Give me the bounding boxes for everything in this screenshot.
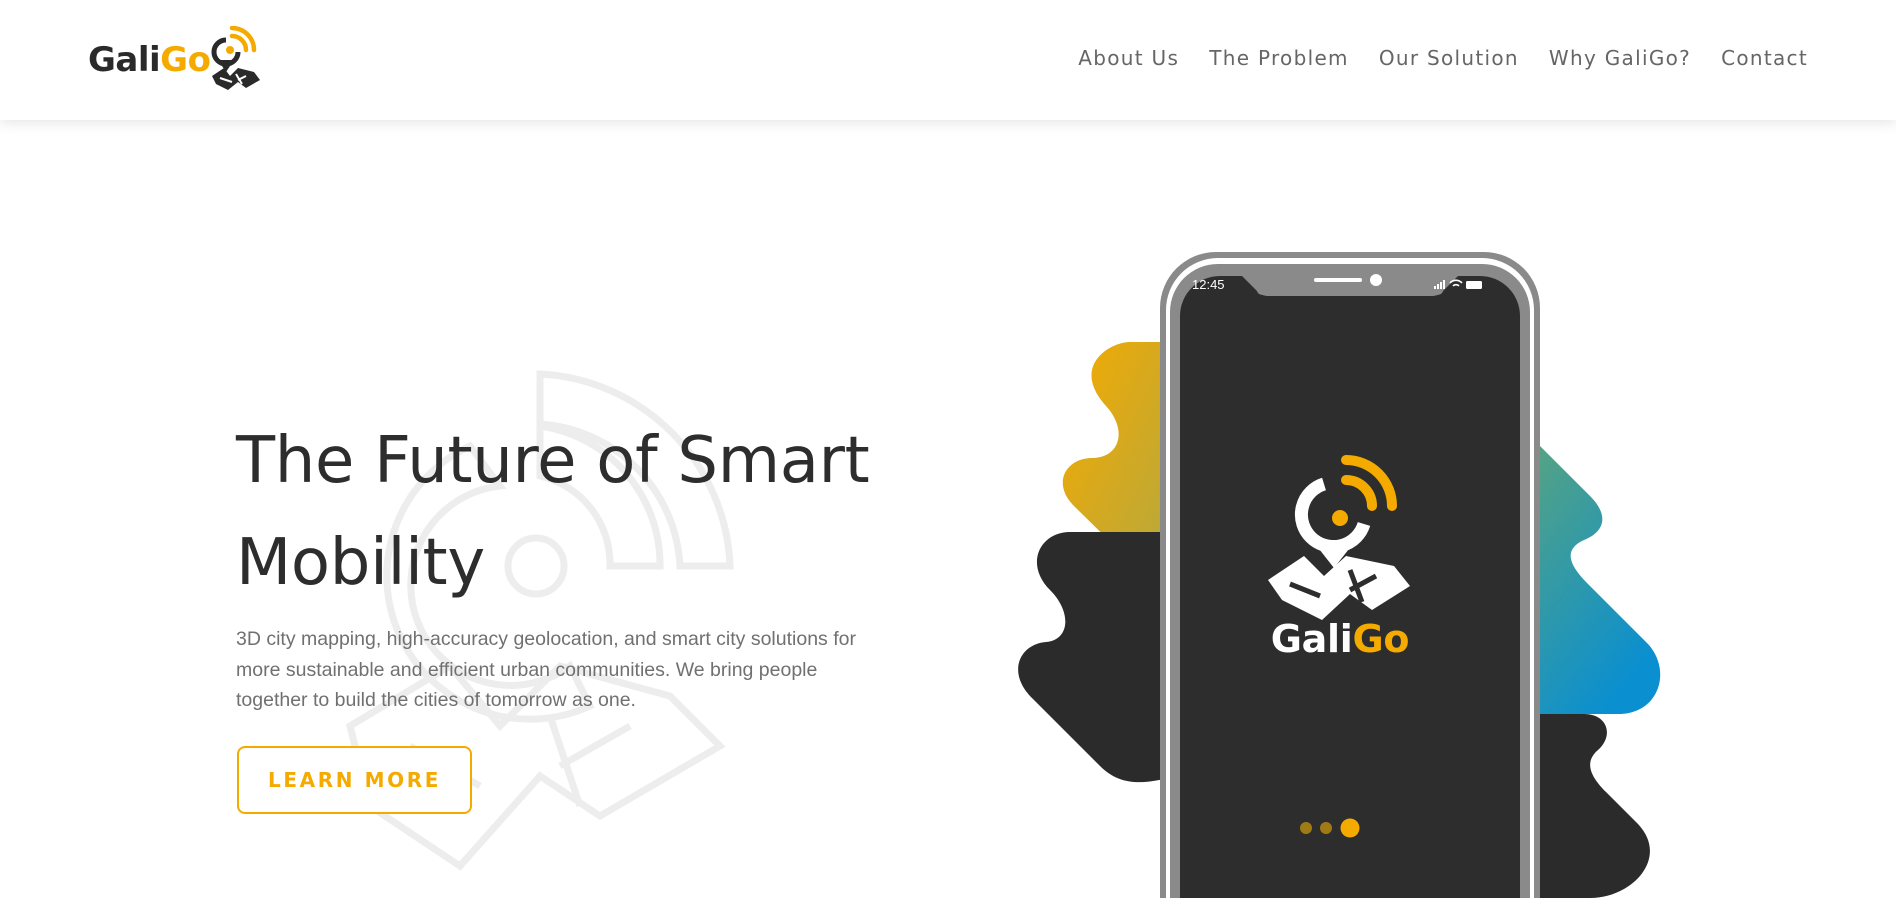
hero-title: The Future of Smart Mobility bbox=[236, 410, 956, 614]
site-header: GaliGo About Us The Problem Our Solution… bbox=[0, 0, 1896, 120]
logo-wordmark: GaliGo bbox=[88, 40, 211, 80]
teal-blob bbox=[1520, 426, 1661, 714]
hero-description: 3D city mapping, high-accuracy geolocati… bbox=[236, 624, 896, 716]
site-logo[interactable]: GaliGo bbox=[88, 26, 264, 94]
phone-illustration bbox=[1018, 252, 1661, 898]
hero-title-line-1: The Future of Smart bbox=[236, 424, 870, 498]
hero-description-line-3: together to build the cities of tomorrow… bbox=[236, 689, 636, 711]
nav-item-our-solution[interactable]: Our Solution bbox=[1379, 46, 1519, 70]
hero-description-line-1: 3D city mapping, high-accuracy geolocati… bbox=[236, 628, 856, 650]
pager-dot-active bbox=[1340, 818, 1360, 838]
main-nav: About Us The Problem Our Solution Why Ga… bbox=[1078, 46, 1808, 70]
learn-more-button[interactable]: LEARN MORE bbox=[237, 746, 472, 814]
app-splash-wordmark: GaliGo bbox=[1270, 617, 1410, 661]
nav-item-contact[interactable]: Contact bbox=[1721, 46, 1808, 70]
hero-title-line-2: Mobility bbox=[236, 526, 485, 600]
location-pin-icon bbox=[211, 26, 261, 90]
nav-item-why-galigo[interactable]: Why GaliGo? bbox=[1549, 46, 1691, 70]
nav-item-the-problem[interactable]: The Problem bbox=[1209, 46, 1349, 70]
phone-status-time: 12:45 bbox=[1192, 277, 1225, 292]
pager-dot bbox=[1300, 822, 1312, 834]
pager-dot bbox=[1320, 822, 1332, 834]
battery-icon bbox=[1466, 281, 1482, 289]
hero-description-line-2: more sustainable and efficient urban com… bbox=[236, 658, 818, 681]
nav-item-about-us[interactable]: About Us bbox=[1078, 46, 1179, 70]
